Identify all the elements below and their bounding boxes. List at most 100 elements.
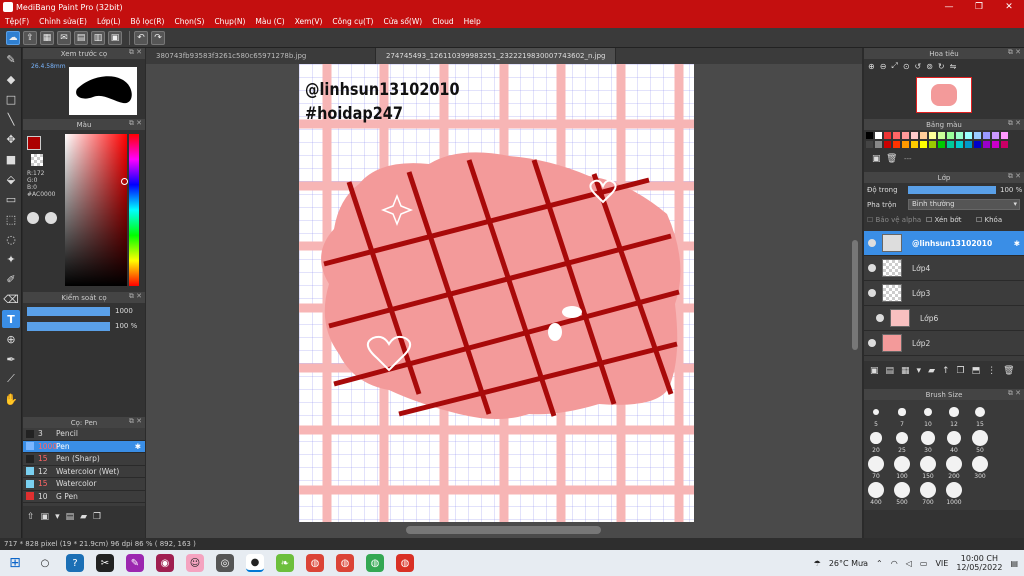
visibility-icon[interactable] [868,239,876,247]
new-8bit-layer-icon[interactable]: ▦ [901,366,910,376]
brush-item[interactable]: 12 Watercolor (Wet) [23,465,145,478]
menu-filter[interactable]: Bộ lọc(R) [126,17,170,26]
vertical-scrollbar[interactable] [852,240,858,350]
palette-swatch[interactable] [929,132,936,139]
brush-size-dot[interactable] [870,432,882,444]
select-pen-icon[interactable]: ✐ [2,270,20,288]
brush-size-dot[interactable] [873,409,879,415]
foreground-color-swatch[interactable] [27,136,41,150]
photo-app-icon[interactable]: ◉ [156,554,174,572]
duplicate-layer-icon[interactable]: ❐ [957,366,965,376]
language-indicator[interactable]: VIE [935,559,948,568]
undo-icon[interactable]: ↶ [134,30,148,45]
brush-size-dot[interactable] [868,482,884,498]
palette-swatch[interactable] [893,141,900,148]
chrome-icon[interactable]: ◍ [336,554,354,572]
palette-swatch[interactable] [983,141,990,148]
page-icon[interactable]: ▤ [74,30,88,45]
palette-swatch[interactable] [902,141,909,148]
clipping-checkbox[interactable]: ☐ Xén bớt [926,216,961,224]
rotate-reset-icon[interactable]: ⊚ [926,62,933,71]
palette-delete-icon[interactable]: 🗑 [886,154,897,164]
brush-size-dot[interactable] [949,407,959,417]
palette-swatch[interactable] [884,132,891,139]
palette-swatch[interactable] [893,132,900,139]
palette-swatch[interactable] [938,141,945,148]
menu-select[interactable]: Chọn(S) [169,17,209,26]
layer-item[interactable]: Lớp2 [864,331,1024,356]
notification-app-icon[interactable]: ◍ [396,554,414,572]
lock-checkbox[interactable]: ☐ Khóa [976,216,1002,224]
magic-wand-icon[interactable]: ✦ [2,250,20,268]
select-tool-icon[interactable]: ⬚ [2,210,20,228]
palette-swatch[interactable] [947,141,954,148]
palette-swatch[interactable] [983,132,990,139]
speaker-icon[interactable]: ◁ [906,559,912,568]
share-icon[interactable]: ⇪ [23,30,37,45]
new-halftone-layer-icon[interactable]: ▤ [886,366,895,376]
brush-add-menu-icon[interactable]: ▾ [55,512,60,522]
brush-item[interactable]: 3 Pencil [23,428,145,441]
palette-swatch[interactable] [938,132,945,139]
task-app-icon[interactable]: ? [66,554,84,572]
color-sliders-icon[interactable] [45,212,57,224]
chrome-alt-icon[interactable]: ◍ [366,554,384,572]
close-button[interactable]: ✕ [994,0,1024,14]
maximize-button[interactable]: ❐ [964,0,994,14]
palette-swatch[interactable] [947,132,954,139]
layer-item[interactable]: Lớp6 [864,306,1024,331]
gear-icon[interactable]: ✱ [135,442,141,451]
rect-tool-icon[interactable]: □ [2,90,20,108]
brush-size-dot[interactable] [898,408,906,416]
brush-size-dot[interactable] [894,456,910,472]
layer-item[interactable]: Lớp4 [864,256,1024,281]
layer-menu-icon[interactable]: ⋮ [987,366,996,376]
palette-swatch[interactable] [866,141,873,148]
visibility-icon[interactable] [868,339,876,347]
palette-swatch[interactable] [956,141,963,148]
cloud-icon[interactable]: ☁ [6,30,20,45]
eraser-tool-icon[interactable]: ◆ [2,70,20,88]
palette-swatch[interactable] [920,132,927,139]
layer-item-selected[interactable]: @linhsun13102010 ✱ [864,231,1024,256]
palette-swatch[interactable] [1001,132,1008,139]
brush-item[interactable]: 10 G Pen [23,490,145,503]
palette-swatch[interactable] [866,132,873,139]
delete-layer-icon[interactable]: 🗑 [1003,366,1014,376]
camera-icon[interactable]: ◎ [216,554,234,572]
brush-size-dot[interactable] [921,431,935,445]
tab-document-2[interactable]: 274745493_126110399983251_23222198300077… [376,48,616,64]
tray-arrow-icon[interactable]: ⌃ [876,559,883,568]
operation-tool-icon[interactable]: ⊕ [2,330,20,348]
color-wheel-icon[interactable] [27,212,39,224]
menu-file[interactable]: Tệp(F) [0,17,34,26]
palette-swatch[interactable] [965,141,972,148]
move-tool-icon[interactable]: ✥ [2,130,20,148]
brush-duplicate-icon[interactable]: ❐ [93,512,101,522]
alpha-lock-checkbox[interactable]: ☐ Bảo vệ alpha [867,216,921,224]
sketch-app-icon[interactable]: ✎ [126,554,144,572]
menu-window[interactable]: Cửa sổ(W) [378,17,427,26]
brush-size-dot[interactable] [895,431,909,445]
doc-icon[interactable]: ▣ [108,30,122,45]
brush-size-dot[interactable] [972,430,988,446]
gradient-tool-icon[interactable]: ▭ [2,190,20,208]
network-icon[interactable]: ◠ [891,559,898,568]
add-layer-menu-icon[interactable]: ▾ [917,366,922,376]
brush-tool-icon[interactable]: ✎ [2,50,20,68]
layer-opacity-slider[interactable] [908,186,996,194]
brush-size-dot[interactable] [894,482,910,498]
tab-document-1[interactable]: 380743fb93583f3261c580c65971278b.jpg [146,48,376,64]
layer-up-icon[interactable]: ↑ [942,366,950,376]
palette-swatch[interactable] [911,141,918,148]
windows-start-icon[interactable]: ⊞ [6,554,24,572]
panel-icon[interactable]: ▥ [91,30,105,45]
brush-size-dot[interactable] [946,430,962,446]
palette-swatch[interactable] [992,141,999,148]
redo-icon[interactable]: ↷ [151,30,165,45]
brush-upload-icon[interactable]: ⇧ [27,512,35,522]
menu-snap[interactable]: Chụp(N) [209,17,250,26]
brush-copy-icon[interactable]: ▤ [66,512,75,522]
actual-size-icon[interactable]: ⊙ [903,62,910,71]
palette-swatch[interactable] [974,132,981,139]
